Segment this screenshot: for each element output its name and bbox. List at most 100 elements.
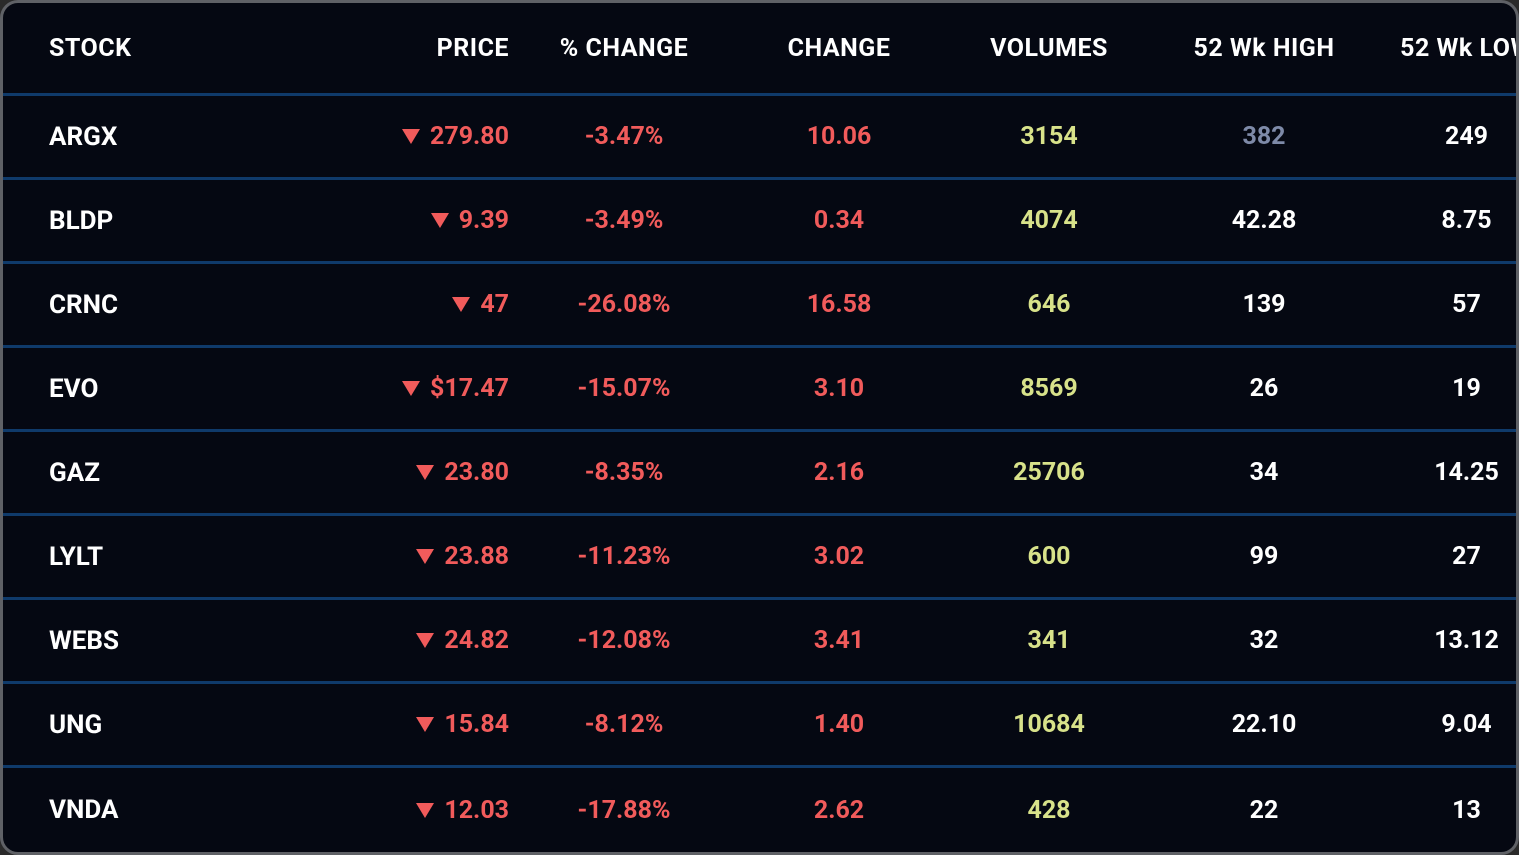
- high-value: 22.10: [1159, 710, 1369, 739]
- high-value: 382: [1159, 122, 1369, 151]
- down-triangle-icon: [402, 381, 420, 396]
- table-row[interactable]: LYLT 23.88-11.23%3.026009927: [3, 516, 1516, 600]
- high-value: 22: [1159, 796, 1369, 825]
- price-value: 23.80: [444, 458, 509, 487]
- table-row[interactable]: CRNC 47-26.08%16.5864613957: [3, 264, 1516, 348]
- down-triangle-icon: [431, 213, 449, 228]
- change-value: 3.10: [739, 374, 939, 403]
- low-value: 9.04: [1369, 710, 1519, 739]
- volume-value: 341: [939, 626, 1159, 655]
- change-value: 16.58: [739, 290, 939, 319]
- volume-value: 646: [939, 290, 1159, 319]
- down-triangle-icon: [416, 465, 434, 480]
- down-triangle-icon: [416, 633, 434, 648]
- pct-change-value: -26.08%: [509, 290, 739, 319]
- stock-ticker: CRNC: [49, 290, 309, 320]
- col-header-stock: STOCK: [49, 34, 309, 63]
- price-cell: 9.39: [309, 206, 509, 235]
- change-value: 1.40: [739, 710, 939, 739]
- volume-value: 25706: [939, 458, 1159, 487]
- price-value: 279.80: [430, 122, 509, 151]
- table-row[interactable]: EVO $17.47-15.07%3.1085692619: [3, 348, 1516, 432]
- low-value: 27: [1369, 542, 1519, 571]
- stock-ticker: VNDA: [49, 795, 309, 825]
- price-cell: 47: [309, 290, 509, 319]
- table-header-row: STOCK PRICE % CHANGE CHANGE VOLUMES 52 W…: [3, 3, 1516, 96]
- col-header-volumes: VOLUMES: [939, 34, 1159, 63]
- volume-value: 428: [939, 796, 1159, 825]
- low-value: 19: [1369, 374, 1519, 403]
- low-value: 249: [1369, 122, 1519, 151]
- stock-ticker: ARGX: [49, 122, 309, 152]
- change-value: 2.62: [739, 796, 939, 825]
- down-triangle-icon: [402, 129, 420, 144]
- high-value: 99: [1159, 542, 1369, 571]
- price-value: $17.47: [430, 374, 509, 403]
- price-cell: 279.80: [309, 122, 509, 151]
- col-header-pct: % CHANGE: [509, 34, 739, 63]
- table-body: ARGX279.80-3.47%10.063154382249BLDP9.39-…: [3, 96, 1516, 852]
- pct-change-value: -11.23%: [509, 542, 739, 571]
- table-row[interactable]: GAZ 23.80-8.35%2.16257063414.25: [3, 432, 1516, 516]
- change-value: 10.06: [739, 122, 939, 151]
- price-cell: 23.88: [309, 542, 509, 571]
- stock-ticker: BLDP: [49, 206, 309, 236]
- change-value: 3.41: [739, 626, 939, 655]
- stock-ticker: LYLT: [49, 542, 309, 572]
- price-value: 23.88: [444, 542, 509, 571]
- low-value: 13.12: [1369, 626, 1519, 655]
- change-value: 0.34: [739, 206, 939, 235]
- low-value: 13: [1369, 796, 1519, 825]
- table-row[interactable]: WEBS 24.82-12.08%3.413413213.12: [3, 600, 1516, 684]
- pct-change-value: -3.47%: [509, 122, 739, 151]
- stock-ticker: UNG: [49, 710, 309, 740]
- pct-change-value: -8.35%: [509, 458, 739, 487]
- change-value: 2.16: [739, 458, 939, 487]
- high-value: 139: [1159, 290, 1369, 319]
- price-cell: 23.80: [309, 458, 509, 487]
- volume-value: 10684: [939, 710, 1159, 739]
- col-header-price: PRICE: [309, 34, 509, 63]
- low-value: 14.25: [1369, 458, 1519, 487]
- price-cell: 24.82: [309, 626, 509, 655]
- pct-change-value: -15.07%: [509, 374, 739, 403]
- low-value: 8.75: [1369, 206, 1519, 235]
- pct-change-value: -8.12%: [509, 710, 739, 739]
- col-header-change: CHANGE: [739, 34, 939, 63]
- stock-table-panel: STOCK PRICE % CHANGE CHANGE VOLUMES 52 W…: [0, 0, 1519, 855]
- down-triangle-icon: [416, 717, 434, 732]
- table-row[interactable]: UNG 15.84-8.12%1.401068422.109.04: [3, 684, 1516, 768]
- high-value: 34: [1159, 458, 1369, 487]
- down-triangle-icon: [416, 549, 434, 564]
- high-value: 42.28: [1159, 206, 1369, 235]
- table-row[interactable]: ARGX 279.80-3.47%10.063154382249: [3, 96, 1516, 180]
- price-value: 9.39: [459, 206, 509, 235]
- stock-ticker: EVO: [49, 374, 309, 404]
- price-value: 12.03: [444, 796, 509, 825]
- volume-value: 3154: [939, 122, 1159, 151]
- volume-value: 600: [939, 542, 1159, 571]
- down-triangle-icon: [452, 297, 470, 312]
- table-row[interactable]: BLDP 9.39-3.49%0.34407442.288.75: [3, 180, 1516, 264]
- stock-ticker: GAZ: [49, 458, 309, 488]
- change-value: 3.02: [739, 542, 939, 571]
- price-value: 47: [480, 290, 509, 319]
- pct-change-value: -12.08%: [509, 626, 739, 655]
- low-value: 57: [1369, 290, 1519, 319]
- high-value: 32: [1159, 626, 1369, 655]
- stock-ticker: WEBS: [49, 626, 309, 656]
- pct-change-value: -3.49%: [509, 206, 739, 235]
- high-value: 26: [1159, 374, 1369, 403]
- down-triangle-icon: [416, 803, 434, 818]
- pct-change-value: -17.88%: [509, 796, 739, 825]
- price-cell: 12.03: [309, 796, 509, 825]
- price-value: 24.82: [444, 626, 509, 655]
- volume-value: 4074: [939, 206, 1159, 235]
- table-row[interactable]: VNDA 12.03-17.88%2.624282213: [3, 768, 1516, 852]
- col-header-low: 52 Wk LOW: [1369, 34, 1519, 63]
- col-header-high: 52 Wk HIGH: [1159, 34, 1369, 63]
- price-value: 15.84: [444, 710, 509, 739]
- volume-value: 8569: [939, 374, 1159, 403]
- price-cell: $17.47: [309, 374, 509, 403]
- price-cell: 15.84: [309, 710, 509, 739]
